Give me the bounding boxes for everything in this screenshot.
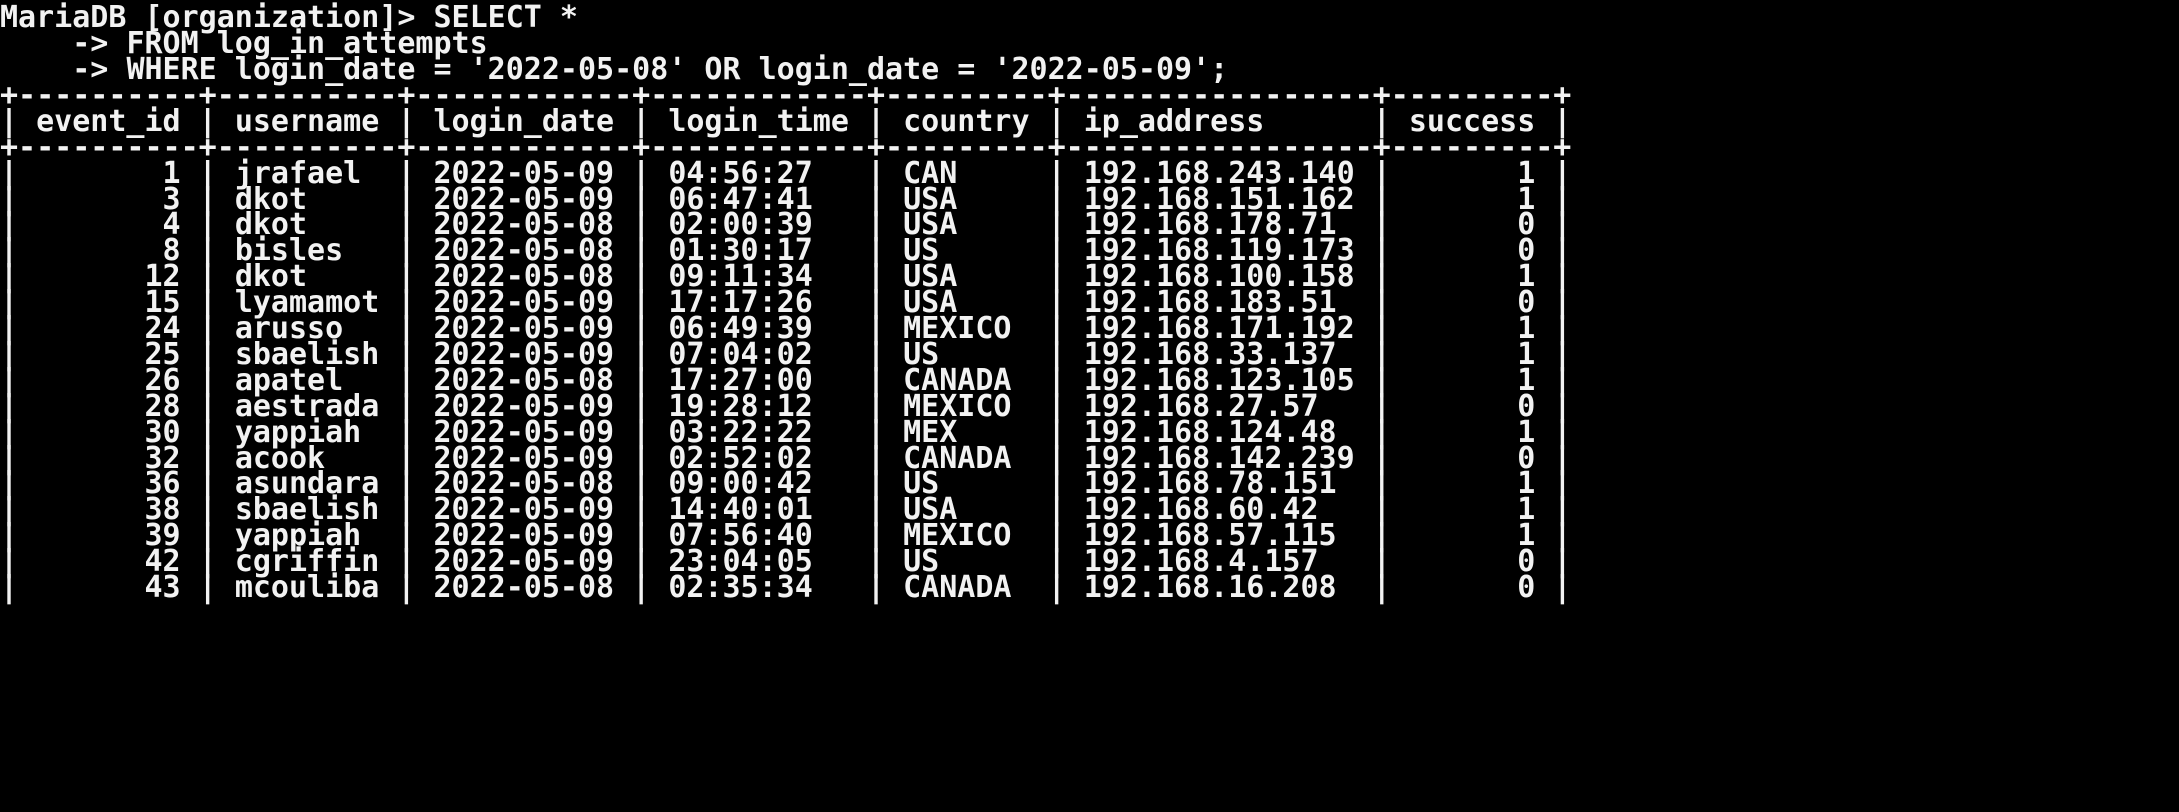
- cell-event-id: 43: [36, 570, 181, 605]
- table-row: | 43 | mcouliba | 2022-05-08 | 02:35:34 …: [0, 570, 1572, 605]
- cell-login-time: 02:35:34: [668, 570, 849, 605]
- cell-country: CANADA: [903, 570, 1030, 605]
- cell-username: mcouliba: [234, 570, 380, 605]
- cell-login-date: 2022-05-08: [433, 570, 615, 605]
- terminal-window[interactable]: MariaDB [organization]> SELECT * -> FROM…: [0, 0, 2179, 812]
- cell-ip-address: 192.168.16.208: [1083, 570, 1355, 605]
- cell-success: 0: [1408, 570, 1536, 605]
